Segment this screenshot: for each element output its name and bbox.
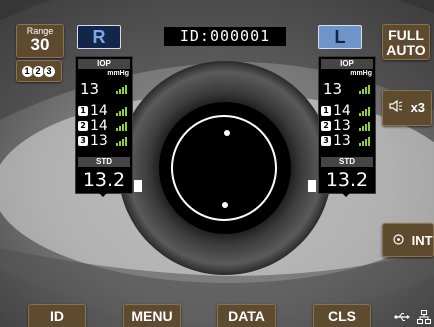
reading-value: 13 xyxy=(333,133,351,149)
reading-value: 14 xyxy=(90,103,108,119)
signal-icon xyxy=(359,122,370,131)
iop-main-value: 13 xyxy=(80,80,130,98)
range-button[interactable]: Range 30 xyxy=(16,24,64,58)
iop-header: IOP xyxy=(78,59,130,69)
left-position-marker xyxy=(308,180,316,192)
signal-icon xyxy=(116,137,127,146)
cls-button[interactable]: CLS xyxy=(313,304,371,327)
right-eye-button[interactable]: R xyxy=(77,25,121,49)
std-value: 13.2 xyxy=(82,169,126,191)
panel-box: IOP mmHg 13 1 14 2 14 3 13 STD 13.2 xyxy=(75,56,133,194)
reading-index: 2 xyxy=(78,121,88,131)
int-button[interactable]: INT xyxy=(382,223,434,257)
target-icon xyxy=(393,233,408,248)
sequence-button[interactable]: 1 2 3 xyxy=(16,60,62,82)
iop-main-value: 13 xyxy=(323,80,373,98)
sound-button[interactable]: x3 xyxy=(382,90,432,126)
panel-pointer xyxy=(340,191,352,197)
left-eye-button[interactable]: L xyxy=(318,25,362,49)
reading-row: 1 14 xyxy=(78,104,130,118)
reading-value: 13 xyxy=(333,118,351,134)
tonometer-screen: Range 30 1 2 3 R L ID:000001 FULL AUTO x… xyxy=(0,0,434,327)
menu-button[interactable]: MENU xyxy=(123,304,181,327)
signal-icon xyxy=(116,85,127,94)
sound-label: x3 xyxy=(410,100,426,115)
reading-index: 3 xyxy=(78,136,88,146)
int-label: INT xyxy=(411,233,433,248)
left-eye-iop-panel: IOP mmHg 13 1 14 2 13 3 13 STD 13.2 xyxy=(318,56,376,197)
full-auto-line1: FULL xyxy=(388,27,424,43)
std-header: STD xyxy=(321,157,373,167)
sequence-item: 3 xyxy=(42,64,56,78)
right-eye-iop-panel: IOP mmHg 13 1 14 2 14 3 13 STD 13.2 xyxy=(75,56,133,197)
reading-row: 1 14 xyxy=(321,104,373,118)
panel-box: IOP mmHg 13 1 14 2 13 3 13 STD 13.2 xyxy=(318,56,376,194)
signal-icon xyxy=(116,122,127,131)
std-value: 13.2 xyxy=(325,169,369,191)
data-button[interactable]: DATA xyxy=(217,304,276,327)
iop-header: IOP xyxy=(321,59,373,69)
iop-unit: mmHg xyxy=(350,70,372,77)
right-position-marker xyxy=(134,180,142,192)
reading-index: 1 xyxy=(321,106,331,116)
reading-row: 3 13 xyxy=(321,134,373,148)
signal-icon xyxy=(116,107,127,116)
range-value: 30 xyxy=(30,35,50,54)
iop-unit: mmHg xyxy=(107,70,129,77)
speaker-icon xyxy=(389,99,407,115)
id-button[interactable]: ID xyxy=(28,304,86,327)
reflection-bottom xyxy=(222,202,228,208)
reflection-top xyxy=(224,130,230,136)
reading-row: 2 14 xyxy=(78,119,130,133)
reading-row: 3 13 xyxy=(78,134,130,148)
reading-row: 2 13 xyxy=(321,119,373,133)
patient-id-display: ID:000001 xyxy=(164,27,286,46)
panel-pointer xyxy=(97,191,109,197)
signal-icon xyxy=(359,137,370,146)
reading-index: 3 xyxy=(321,136,331,146)
reading-value: 14 xyxy=(333,103,351,119)
reading-value: 14 xyxy=(90,118,108,134)
std-header: STD xyxy=(78,157,130,167)
usb-icon xyxy=(394,313,410,321)
reading-index: 1 xyxy=(78,106,88,116)
full-auto-button[interactable]: FULL AUTO xyxy=(382,24,430,60)
full-auto-line2: AUTO xyxy=(386,42,426,58)
signal-icon xyxy=(359,85,370,94)
iop-main-number: 13 xyxy=(323,80,343,98)
network-icon xyxy=(417,310,431,324)
iop-main-number: 13 xyxy=(80,80,100,98)
reading-index: 2 xyxy=(321,121,331,131)
signal-icon xyxy=(359,107,370,116)
reading-value: 13 xyxy=(90,133,108,149)
